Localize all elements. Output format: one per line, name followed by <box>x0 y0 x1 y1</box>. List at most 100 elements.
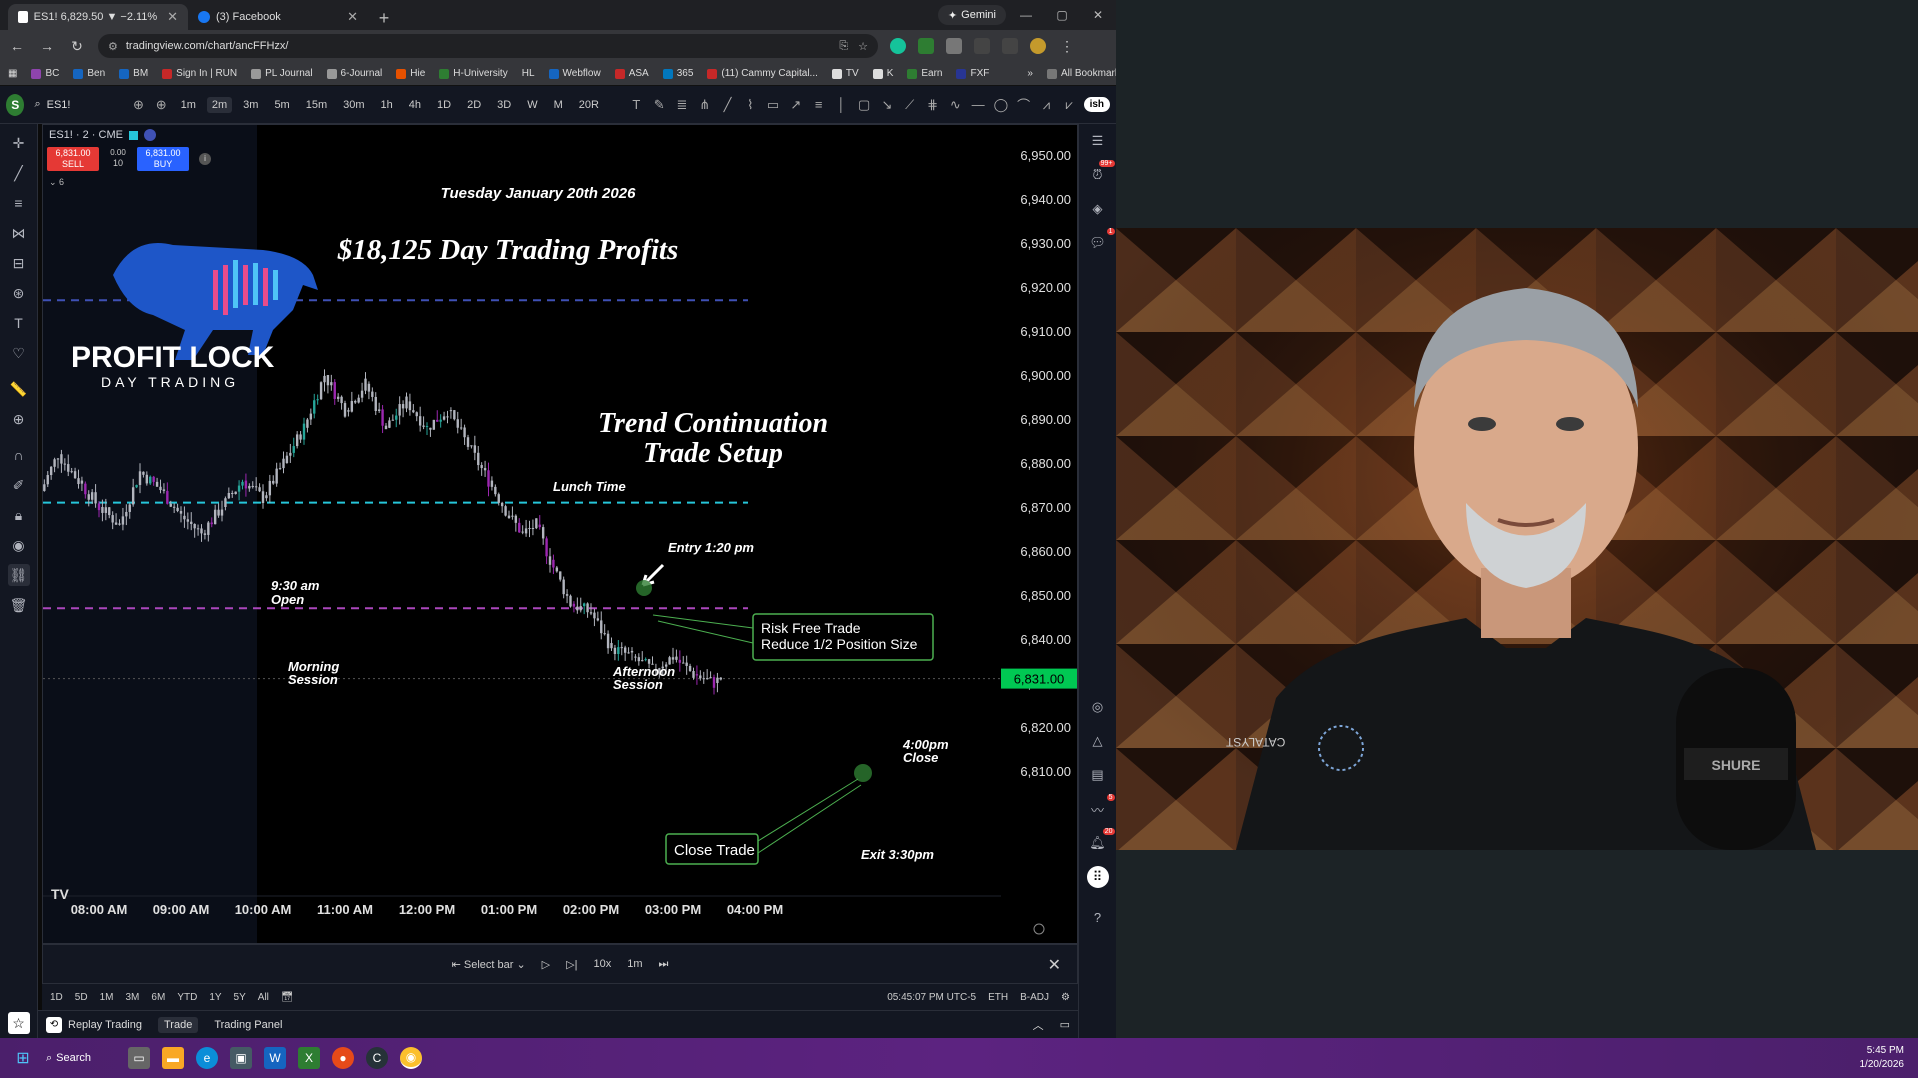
trading-panel-tab[interactable]: Trading Panel <box>214 1019 282 1031</box>
extended-line-icon[interactable]: ⟋ <box>901 95 918 115</box>
rectangle-icon[interactable]: ▭ <box>765 95 782 115</box>
fib-icon[interactable]: ≣ <box>674 95 691 115</box>
interval-1m[interactable]: 1m <box>176 97 201 113</box>
edge-icon[interactable]: e <box>196 1047 218 1069</box>
indicators-toggle[interactable]: ⌄ 6 <box>49 177 64 188</box>
menu-kebab-icon[interactable]: ⋮ <box>1058 38 1076 55</box>
text-icon[interactable]: T <box>8 312 30 334</box>
lock-icon[interactable]: 🔒︎ <box>8 504 30 526</box>
extensions-puzzle-icon[interactable] <box>974 38 990 54</box>
add-symbol-icon[interactable]: ⊕ <box>153 95 170 115</box>
ruler-icon[interactable]: 📏 <box>8 378 30 400</box>
curve-icon[interactable]: ⌒ <box>1015 95 1032 115</box>
trendline-icon[interactable]: ╱ <box>719 95 736 115</box>
alerts-icon[interactable]: ⏰︎ 99+ <box>1087 160 1115 186</box>
time-display[interactable]: 05:45:07 PM UTC-5 <box>887 992 976 1003</box>
task-view-icon[interactable]: ▭ <box>128 1047 150 1069</box>
excel-icon[interactable]: X <box>298 1047 320 1069</box>
collapse-up-icon[interactable]: ︿ <box>1033 1017 1044 1033</box>
ideas-icon[interactable]: △ <box>1087 730 1109 752</box>
interval-3d[interactable]: 3D <box>492 97 516 113</box>
tab-tradingview[interactable]: ES1! 6,829.50 ▼ −2.11% PL - in ✕ <box>8 4 188 30</box>
price-chart[interactable]: 6,950.00 6,940.00 6,930.00 6,920.00 6,910.00… <box>42 124 1078 944</box>
interval-w[interactable]: W <box>522 97 542 113</box>
eye-icon[interactable]: ◉ <box>8 534 30 556</box>
fib-retracement-icon[interactable]: ≡ <box>8 192 30 214</box>
horizontal-line-icon[interactable]: — <box>970 95 987 115</box>
close-window-icon[interactable]: ✕ <box>1080 0 1116 30</box>
forward-icon[interactable]: → <box>38 38 56 54</box>
bookmark-item[interactable]: BC <box>31 68 59 79</box>
vertical-line-icon[interactable]: │ <box>833 95 850 115</box>
interval-3m[interactable]: 3m <box>238 97 263 113</box>
trash-icon[interactable]: 🗑︎ <box>8 594 30 616</box>
pattern-icon[interactable]: ⋈ <box>8 222 30 244</box>
path-icon[interactable]: ⌇ <box>742 95 759 115</box>
interval-2m[interactable]: 2m <box>206 96 233 113</box>
help-icon[interactable]: ? <box>1087 906 1109 928</box>
settings-icon[interactable]: ⚙ <box>1061 992 1070 1003</box>
close-tab-icon[interactable]: ✕ <box>347 9 358 25</box>
bookmark-item[interactable]: 365 <box>662 68 693 79</box>
buy-button[interactable]: 6,831.00 BUY <box>137 147 189 171</box>
link-icon[interactable]: ⛓︎ <box>7 564 30 586</box>
compare-icon[interactable]: ⊕ <box>130 95 147 115</box>
circle-icon[interactable]: ◯ <box>992 95 1009 115</box>
session-toggle[interactable]: ETH <box>988 992 1008 1003</box>
bookmark-item[interactable]: (11) Cammy Capital... <box>707 68 818 79</box>
bookmark-item[interactable]: Ben <box>73 68 105 79</box>
bookmark-star-icon[interactable]: ☆ <box>858 40 868 53</box>
word-icon[interactable]: W <box>264 1047 286 1069</box>
play-icon[interactable]: ▷ <box>542 958 550 971</box>
range-ytd[interactable]: YTD <box>177 992 197 1003</box>
speed-select[interactable]: 10x <box>593 958 611 970</box>
target-icon[interactable]: ◎ <box>1087 696 1109 718</box>
chart-canvas[interactable]: 6,950.00 6,940.00 6,930.00 6,920.00 6,910.00… <box>43 125 1077 943</box>
abcd-icon[interactable]: ⩗ <box>1061 95 1078 115</box>
callout-icon[interactable]: ▢ <box>856 95 873 115</box>
trendline-icon[interactable]: ╱ <box>8 162 30 184</box>
bookmark-item[interactable]: Webflow <box>548 68 601 79</box>
gemini-button[interactable]: ✦ Gemini <box>937 5 1006 25</box>
extension-icon[interactable] <box>918 38 934 54</box>
range-5y[interactable]: 5Y <box>234 992 246 1003</box>
interval-4h[interactable]: 4h <box>404 97 426 113</box>
symbol-search[interactable]: ⌕ ES1! <box>30 94 124 116</box>
notifications-icon[interactable]: 🔔︎ 20 <box>1087 828 1115 854</box>
apps-grid-icon[interactable]: ▦ <box>8 68 17 79</box>
reload-icon[interactable]: ↻ <box>68 38 86 55</box>
text-tool-icon[interactable]: T <box>628 95 645 115</box>
maximize-panel-icon[interactable]: ▭ <box>1060 1018 1070 1031</box>
bookmark-item[interactable]: Sign In | RUN <box>162 68 237 79</box>
range-5d[interactable]: 5D <box>75 992 88 1003</box>
more-bookmarks-icon[interactable]: » <box>1027 68 1033 79</box>
site-info-icon[interactable]: ⚙ <box>108 40 118 53</box>
chat-icon[interactable]: 💬︎ 1 <box>1087 228 1115 254</box>
range-1y[interactable]: 1Y <box>209 992 221 1003</box>
arrow-tool-icon[interactable]: ↘ <box>879 95 896 115</box>
apps-grid-icon[interactable]: ⠿ <box>1086 866 1109 888</box>
layers-icon[interactable]: ◈ <box>1087 198 1109 220</box>
interval-2d[interactable]: 2D <box>462 97 486 113</box>
interval-1h[interactable]: 1h <box>376 97 398 113</box>
zoom-icon[interactable]: ⊕ <box>8 408 30 430</box>
maximize-icon[interactable]: ▢ <box>1044 0 1080 30</box>
sell-button[interactable]: 6,831.00 SELL <box>47 147 99 171</box>
chrome-icon[interactable]: ◉ <box>400 1047 422 1069</box>
range-6m[interactable]: 6M <box>151 992 165 1003</box>
adjustment-toggle[interactable]: B-ADJ <box>1020 992 1049 1003</box>
range-3m[interactable]: 3M <box>126 992 140 1003</box>
brush-icon[interactable]: ✎ <box>651 95 668 115</box>
grammarly-extension-icon[interactable] <box>890 38 906 54</box>
url-field[interactable]: ⚙ tradingview.com/chart/ancFFHzx/ ⎘ ☆ <box>98 34 878 58</box>
parallel-channel-icon[interactable]: ≡ <box>810 95 827 115</box>
publish-button[interactable]: ish <box>1083 97 1111 112</box>
info-icon[interactable]: i <box>199 153 211 165</box>
close-replay-icon[interactable]: ✕ <box>1048 955 1061 975</box>
bookmark-item[interactable]: TV <box>831 68 859 79</box>
fan-icon[interactable]: ⋕ <box>924 95 941 115</box>
all-bookmarks-button[interactable]: All Bookmarks <box>1046 68 1125 79</box>
bookmark-item[interactable]: BM <box>119 68 148 79</box>
app-icon[interactable]: C <box>366 1047 388 1069</box>
stay-in-drawing-icon[interactable]: ✐ <box>8 474 30 496</box>
